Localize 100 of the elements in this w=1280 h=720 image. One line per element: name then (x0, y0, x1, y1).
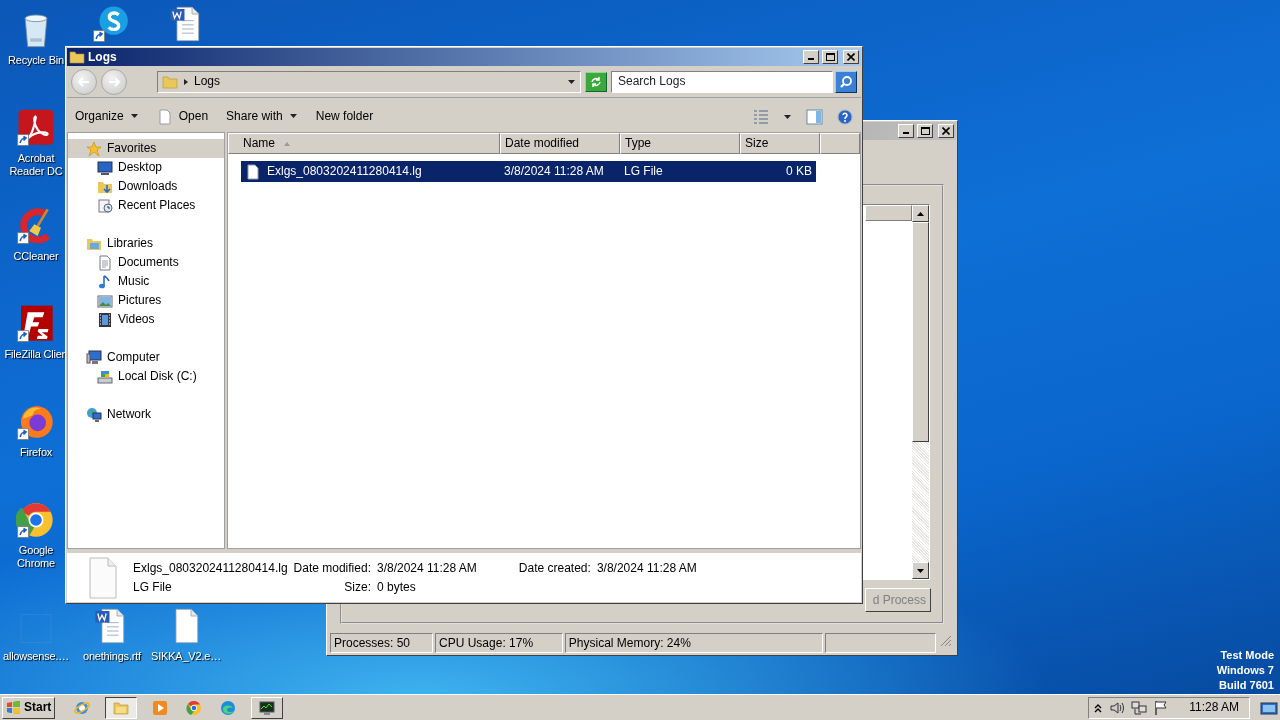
caret-icon (129, 112, 139, 121)
column-header[interactable]: Size (740, 133, 820, 154)
taskbar-button[interactable] (105, 696, 138, 719)
file-name: Exlgs_0803202411280414.lg (267, 164, 422, 179)
icon-label[interactable]: Firefox (19, 446, 53, 459)
maximize-icon (920, 127, 930, 135)
maximize-button[interactable] (822, 50, 838, 64)
detail-label: Date created: (518, 560, 591, 575)
browser-icon (220, 699, 237, 716)
nav-item[interactable]: Downloads (68, 177, 224, 196)
minimize-button[interactable] (898, 124, 914, 138)
dropdown-caret-icon (567, 77, 576, 86)
nav-item[interactable]: Desktop (68, 158, 224, 177)
column-header[interactable] (865, 205, 912, 221)
start-button[interactable]: Start (2, 696, 56, 719)
detail-label: Date modified: (293, 560, 371, 575)
help-button[interactable] (837, 108, 853, 125)
view-menu-button[interactable] (783, 112, 792, 121)
search-button[interactable] (835, 70, 857, 93)
up-arrow-icon[interactable] (916, 210, 925, 217)
nav-item[interactable]: Videos (68, 310, 224, 329)
chevron-icon[interactable] (183, 77, 189, 86)
speaker-icon[interactable] (1109, 699, 1126, 716)
media-player-icon (152, 699, 169, 716)
recent-places-icon (97, 197, 113, 214)
menu-button[interactable]: Share with (226, 109, 298, 124)
file-row[interactable]: Exlgs_0803202411280414.lg 3/8/2024 11:28 AM LG File 0 KB (241, 161, 816, 182)
refresh-button[interactable] (585, 71, 607, 92)
close-button[interactable] (938, 124, 954, 138)
task-manager-icon (259, 699, 276, 716)
maximize-button[interactable] (917, 124, 933, 138)
refresh-icon (589, 74, 603, 89)
minimize-icon (808, 58, 814, 60)
down-arrow-icon[interactable] (916, 567, 925, 574)
folder-icon (69, 49, 85, 65)
detail-value: 3/8/2024 11:28 AM (376, 560, 477, 575)
column-header[interactable]: Type (620, 133, 740, 154)
nav-item[interactable]: Favorites (68, 139, 224, 158)
icon-label[interactable]: allowsense.… (2, 650, 70, 663)
windows-logo-icon (6, 699, 22, 716)
minimize-button[interactable] (803, 50, 819, 64)
document-icon (97, 254, 113, 271)
nav-item[interactable]: Recent Places (68, 196, 224, 215)
column-header[interactable]: Name (228, 133, 500, 154)
system-notice: Build 7601 (1218, 678, 1274, 693)
nav-item[interactable]: Pictures (68, 291, 224, 310)
nav-item[interactable]: Local Disk (C:) (68, 367, 224, 386)
icon-label[interactable]: CCleaner (13, 250, 59, 263)
type-text: LG File (624, 164, 663, 179)
view-list-icon (753, 108, 769, 125)
preview-pane-icon (806, 108, 823, 125)
file-icon (87, 556, 119, 599)
flag-icon[interactable] (1153, 699, 1170, 716)
resize-grip-icon[interactable] (938, 633, 954, 649)
star-icon (86, 140, 102, 157)
show-desktop-icon[interactable] (1260, 699, 1278, 716)
size-text: 0 KB (786, 164, 812, 179)
maximize-icon (825, 53, 835, 61)
column-header[interactable]: Date modified (500, 133, 620, 154)
icon-label[interactable]: onethings.rtf (83, 650, 141, 663)
system-notice: Windows 7 (1216, 663, 1274, 678)
file-type: LG File (133, 580, 173, 595)
network-icon[interactable] (1131, 699, 1148, 716)
status-text: CPU Usage: 17% (435, 633, 563, 653)
monitor-icon (97, 159, 113, 176)
folder-icon (113, 699, 130, 716)
browser-icon[interactable] (16, 500, 56, 540)
toolbar-button[interactable]: New folder (315, 109, 374, 124)
browser-icon (186, 699, 203, 716)
ftp-app-icon[interactable] (16, 304, 56, 344)
music-icon (97, 273, 113, 290)
icon-label[interactable]: Recycle Bin (8, 54, 64, 67)
minimize-icon (903, 132, 909, 134)
search-icon (839, 74, 853, 89)
nav-item[interactable]: Documents (68, 253, 224, 272)
status-text: Processes: 50 (330, 633, 434, 653)
system-notice: Test Mode (1220, 648, 1274, 663)
menu-button[interactable]: Organize (75, 109, 139, 124)
browser-icon (74, 699, 91, 716)
drive-icon (97, 368, 113, 385)
icon-label[interactable]: Google Chrome (4, 544, 68, 570)
toolbar-button[interactable]: Open (156, 108, 209, 125)
pdf-icon[interactable] (16, 108, 56, 148)
scrollbar[interactable] (912, 205, 929, 579)
forward-arrow-icon (107, 74, 121, 89)
nav-item[interactable]: Computer (68, 348, 224, 367)
status-text: Physical Memory: 24% (564, 633, 824, 653)
computer-icon (86, 349, 102, 366)
detail-label: Size: (343, 580, 371, 595)
date-text: 3/8/2024 11:28 AM (504, 164, 604, 179)
nav-item[interactable]: Music (68, 272, 224, 291)
address-bar[interactable]: Logs (157, 70, 581, 93)
column-header[interactable] (820, 133, 860, 154)
nav-item[interactable]: Libraries (68, 234, 224, 253)
folder-icon (162, 73, 178, 90)
close-button[interactable] (843, 50, 859, 64)
network-icon (86, 406, 102, 423)
icon-label[interactable]: Acrobat Reader DC (4, 152, 68, 178)
film-icon (97, 311, 113, 328)
nav-item[interactable]: Network (68, 405, 224, 424)
